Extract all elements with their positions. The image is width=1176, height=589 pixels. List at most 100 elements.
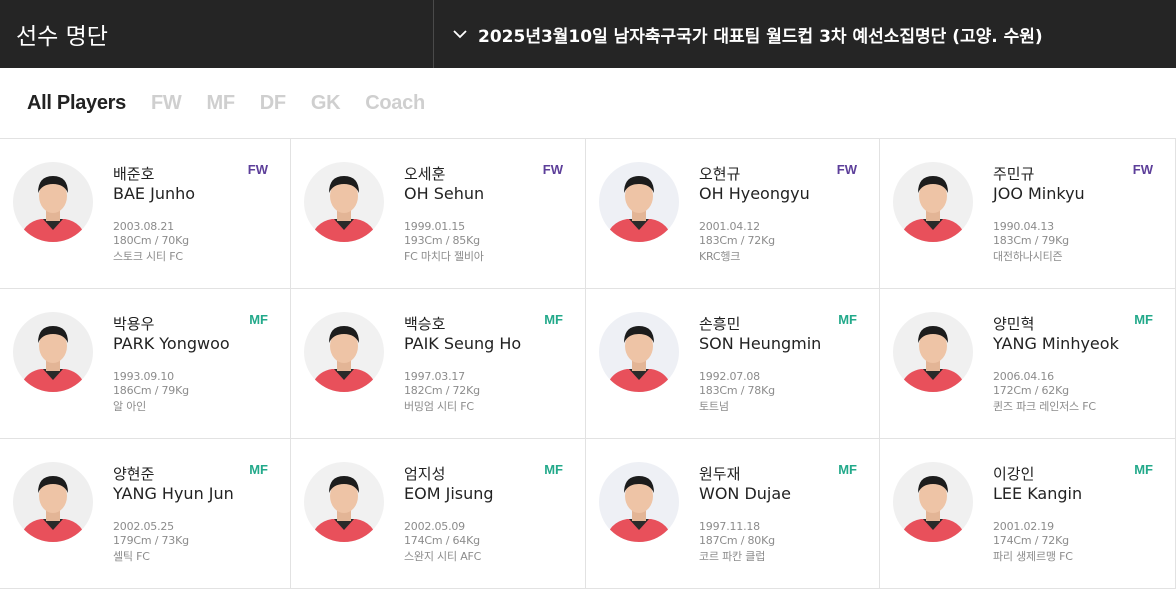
player-photo <box>599 162 679 242</box>
player-birthdate: 2003.08.21 <box>113 220 174 233</box>
position-badge: MF <box>544 462 563 477</box>
player-birthdate: 1990.04.13 <box>993 220 1054 233</box>
player-club: 파리 생제르맹 FC <box>993 550 1073 563</box>
player-birthdate: 1997.03.17 <box>404 370 465 383</box>
player-birthdate: 2001.02.19 <box>993 520 1054 533</box>
player-english-name: OH Sehun <box>404 184 485 203</box>
player-photo <box>599 312 679 392</box>
player-card[interactable]: 오세훈 OH Sehun FW 1999.01.15 193Cm / 85Kg FC 마치… <box>291 139 586 289</box>
position-filter-tabs: All Players FW MF DF GK Coach <box>0 68 1176 139</box>
player-height-weight: 186Cm / 79Kg <box>113 384 189 397</box>
player-club: 스완지 시티 AFC <box>404 550 482 563</box>
player-english-name: YANG Minhyeok <box>993 334 1119 353</box>
player-height-weight: 174Cm / 64Kg <box>404 534 480 547</box>
position-badge: MF <box>838 462 857 477</box>
player-english-name: PAIK Seung Ho <box>404 334 522 353</box>
player-height-weight: 172Cm / 62Kg <box>993 384 1069 397</box>
player-height-weight: 183Cm / 78Kg <box>699 384 775 397</box>
player-english-name: BAE Junho <box>113 184 196 203</box>
player-height-weight: 183Cm / 79Kg <box>993 234 1069 247</box>
player-korean-name: 양현준 <box>113 465 155 483</box>
player-grid: 배준호 BAE Junho FW 2003.08.21 180Cm / 70Kg 스토크 … <box>0 139 1176 589</box>
player-height-weight: 183Cm / 72Kg <box>699 234 775 247</box>
player-photo <box>13 162 93 242</box>
position-badge: FW <box>836 162 857 177</box>
position-badge: FW <box>1132 162 1153 177</box>
player-photo <box>893 462 973 542</box>
player-english-name: YANG Hyun Jun <box>113 484 234 503</box>
player-club: 코르 파칸 클럽 <box>699 550 766 563</box>
player-club: 토트넘 <box>699 400 729 413</box>
player-card[interactable]: 엄지성 EOM Jisung MF 2002.05.09 174Cm / 64Kg 스완지… <box>291 439 586 589</box>
player-english-name: OH Hyeongyu <box>699 184 810 203</box>
player-card[interactable]: 박용우 PARK Yongwoo MF 1993.09.10 186Cm / 79Kg 알… <box>0 289 291 439</box>
player-korean-name: 손흥민 <box>699 315 741 333</box>
player-birthdate: 2001.04.12 <box>699 220 760 233</box>
player-korean-name: 오현규 <box>699 165 741 183</box>
tab-fw[interactable]: FW <box>151 92 182 115</box>
player-korean-name: 박용우 <box>113 315 155 333</box>
position-badge: MF <box>1134 312 1153 327</box>
top-bar: 선수 명단 2025년3월10일 남자축구국가 대표팀 월드컵 3차 예선소집명… <box>0 0 1176 68</box>
player-height-weight: 187Cm / 80Kg <box>699 534 775 547</box>
position-badge: MF <box>544 312 563 327</box>
player-card[interactable]: 주민규 JOO Minkyu FW 1990.04.13 183Cm / 79Kg 대전하… <box>880 139 1176 289</box>
player-card[interactable]: 오현규 OH Hyeongyu FW 2001.04.12 183Cm / 72Kg KR… <box>586 139 880 289</box>
player-photo <box>13 462 93 542</box>
player-korean-name: 배준호 <box>113 165 155 183</box>
player-height-weight: 180Cm / 70Kg <box>113 234 189 247</box>
chevron-down-icon <box>450 22 474 46</box>
tab-coach[interactable]: Coach <box>365 92 425 115</box>
position-badge: MF <box>249 312 268 327</box>
player-english-name: LEE Kangin <box>993 484 1083 503</box>
player-korean-name: 양민혁 <box>993 315 1035 333</box>
player-height-weight: 182Cm / 72Kg <box>404 384 480 397</box>
player-card[interactable]: 양현준 YANG Hyun Jun MF 2002.05.25 179Cm / 73Kg… <box>0 439 291 589</box>
player-photo <box>304 462 384 542</box>
player-korean-name: 엄지성 <box>404 465 446 483</box>
tab-mf[interactable]: MF <box>207 92 236 115</box>
player-club: KRC헹크 <box>699 250 741 263</box>
player-birthdate: 2002.05.25 <box>113 520 174 533</box>
player-korean-name: 백승호 <box>404 315 446 333</box>
player-korean-name: 원두재 <box>699 465 741 483</box>
player-birthdate: 1999.01.15 <box>404 220 465 233</box>
position-badge: MF <box>1134 462 1153 477</box>
player-club: 퀸즈 파크 레인저스 FC <box>993 400 1096 413</box>
tab-gk[interactable]: GK <box>311 92 341 115</box>
player-birthdate: 1997.11.18 <box>699 520 760 533</box>
player-club: 스토크 시티 FC <box>113 250 183 263</box>
squad-select-dropdown[interactable]: 2025년3월10일 남자축구국가 대표팀 월드컵 3차 예선소집명단 (고양.… <box>434 0 1176 68</box>
player-korean-name: 주민규 <box>993 165 1035 183</box>
player-card[interactable]: 백승호 PAIK Seung Ho MF 1997.03.17 182Cm / 72Kg… <box>291 289 586 439</box>
player-english-name: SON Heungmin <box>699 334 822 353</box>
player-english-name: PARK Yongwoo <box>113 334 230 353</box>
player-club: FC 마치다 젤비아 <box>404 250 484 263</box>
tab-all-players[interactable]: All Players <box>27 92 126 115</box>
player-birthdate: 1993.09.10 <box>113 370 174 383</box>
position-badge: MF <box>249 462 268 477</box>
player-english-name: JOO Minkyu <box>993 184 1085 203</box>
player-card[interactable]: 배준호 BAE Junho FW 2003.08.21 180Cm / 70Kg 스토크 … <box>0 139 291 289</box>
player-card[interactable]: 원두재 WON Dujae MF 1997.11.18 187Cm / 80Kg 코르 파… <box>586 439 880 589</box>
player-photo <box>893 312 973 392</box>
player-card[interactable]: 양민혁 YANG Minhyeok MF 2006.04.16 172Cm / 62Kg… <box>880 289 1176 439</box>
player-photo <box>304 162 384 242</box>
player-club: 버밍엄 시티 FC <box>404 400 474 413</box>
tab-df[interactable]: DF <box>260 92 286 115</box>
player-height-weight: 174Cm / 72Kg <box>993 534 1069 547</box>
player-birthdate: 2006.04.16 <box>993 370 1054 383</box>
player-height-weight: 193Cm / 85Kg <box>404 234 480 247</box>
player-card[interactable]: 손흥민 SON Heungmin MF 1992.07.08 183Cm / 78Kg 토… <box>586 289 880 439</box>
player-birthdate: 1992.07.08 <box>699 370 760 383</box>
player-card[interactable]: 이강인 LEE Kangin MF 2001.02.19 174Cm / 72Kg 파리 … <box>880 439 1176 589</box>
player-korean-name: 오세훈 <box>404 165 446 183</box>
page-title: 선수 명단 <box>0 0 434 68</box>
player-korean-name: 이강인 <box>993 465 1035 483</box>
player-photo <box>599 462 679 542</box>
player-photo <box>13 312 93 392</box>
player-club: 알 아인 <box>113 400 147 413</box>
position-badge: MF <box>838 312 857 327</box>
player-height-weight: 179Cm / 73Kg <box>113 534 189 547</box>
player-english-name: EOM Jisung <box>404 484 494 503</box>
